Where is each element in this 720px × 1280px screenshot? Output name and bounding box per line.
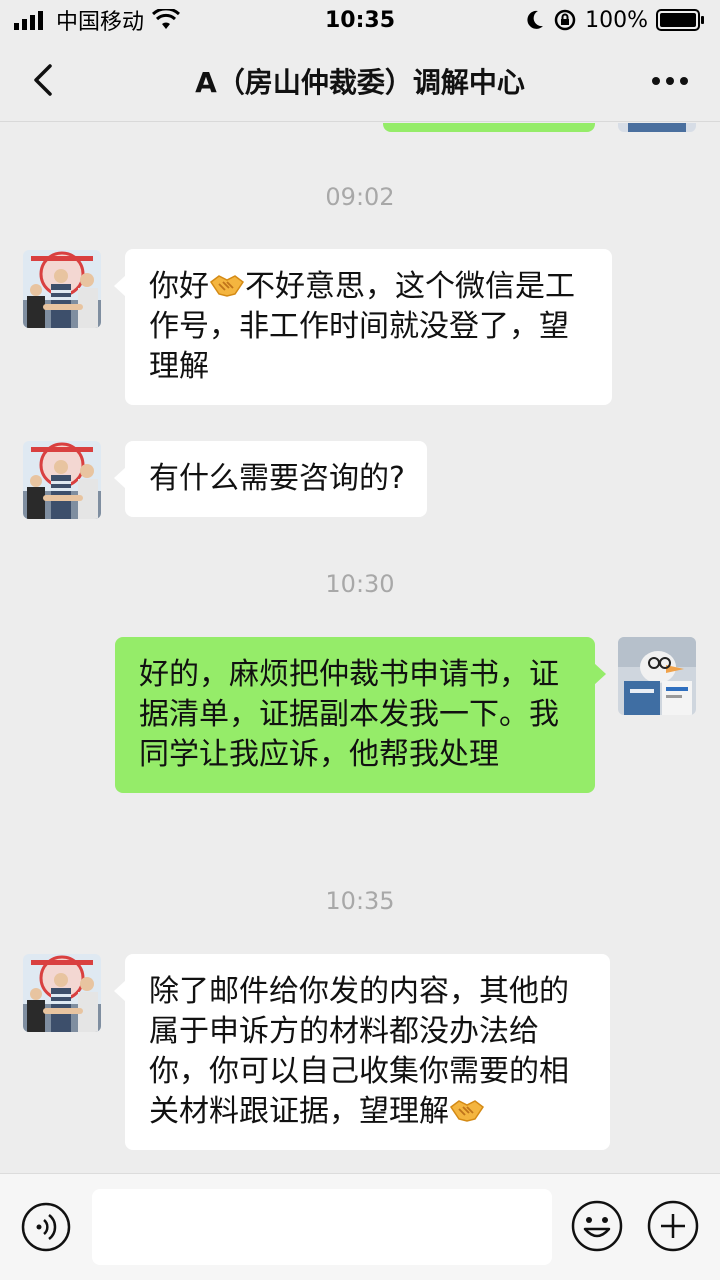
nav-bar: A（房山仲裁委）调解中心 <box>0 40 720 122</box>
contact-avatar-image <box>23 250 101 328</box>
contact-avatar[interactable] <box>23 250 101 328</box>
self-avatar-image <box>618 637 696 715</box>
message-text: 好的，麻烦把仲裁书申请书，证据清单，证据副本发我一下。我同学让我应诉，他帮我处理 <box>139 657 559 772</box>
status-left: 中国移动 <box>14 4 181 36</box>
contact-avatar[interactable] <box>23 954 101 1032</box>
emoji-icon[interactable] <box>570 1199 624 1253</box>
self-avatar[interactable] <box>618 637 696 715</box>
timestamp-1035: 10:35 <box>325 887 395 915</box>
message-text: 你好 <box>149 269 209 304</box>
back-arrow-icon[interactable] <box>26 60 66 100</box>
message-bubble-incoming[interactable]: 除了邮件给你发的内容，其他的属于申诉方的材料都没办法给你，你可以自己收集你需要的… <box>114 954 610 1150</box>
message-input[interactable] <box>92 1189 552 1265</box>
input-bar <box>0 1173 720 1280</box>
handshake-icon <box>209 275 245 297</box>
message-text: 除了邮件给你发的内容，其他的属于申诉方的材料都没办法给你，你可以自己收集你需要的… <box>149 974 569 1129</box>
message-bubble-incoming[interactable]: 有什么需要咨询的? <box>114 441 427 517</box>
message-bubble-outgoing[interactable]: 好的，麻烦把仲裁书申请书，证据清单，证据副本发我一下。我同学让我应诉，他帮我处理 <box>115 637 606 793</box>
carrier-label: 中国移动 <box>56 10 145 35</box>
wifi-icon <box>152 9 181 29</box>
chat-title: A（房山仲裁委）调解中心 <box>195 65 525 99</box>
message-text: 有什么需要咨询的? <box>149 461 405 496</box>
handshake-icon <box>449 1100 485 1122</box>
timestamp-0902: 09:02 <box>325 183 395 211</box>
battery-icon <box>656 9 704 31</box>
status-bar: 中国移动 10:35 100% <box>0 0 720 40</box>
previous-bubble-fragment <box>383 123 595 132</box>
timestamp-1030: 10:30 <box>325 570 395 598</box>
signal-icon <box>14 11 43 30</box>
moon-icon <box>527 10 544 29</box>
contact-avatar[interactable] <box>23 441 101 519</box>
contact-avatar-image <box>23 954 101 1032</box>
more-options-icon[interactable] <box>650 68 690 94</box>
self-avatar-fragment <box>618 123 696 132</box>
message-bubble-incoming[interactable]: 你好 不好意思，这个微信是工作号，非工作时间就没登了，望理解 <box>114 249 612 405</box>
contact-avatar-image <box>23 441 101 519</box>
rotation-lock-icon <box>554 9 576 31</box>
status-right: 100% <box>525 8 706 33</box>
battery-percent: 100% <box>585 7 648 33</box>
chat-area[interactable]: 09:02 你好 不好意思，这个微信是工作号，非工作时间就没登了，望理解 有什么… <box>0 123 720 1173</box>
voice-input-icon[interactable] <box>20 1201 72 1253</box>
add-more-icon[interactable] <box>646 1199 700 1253</box>
